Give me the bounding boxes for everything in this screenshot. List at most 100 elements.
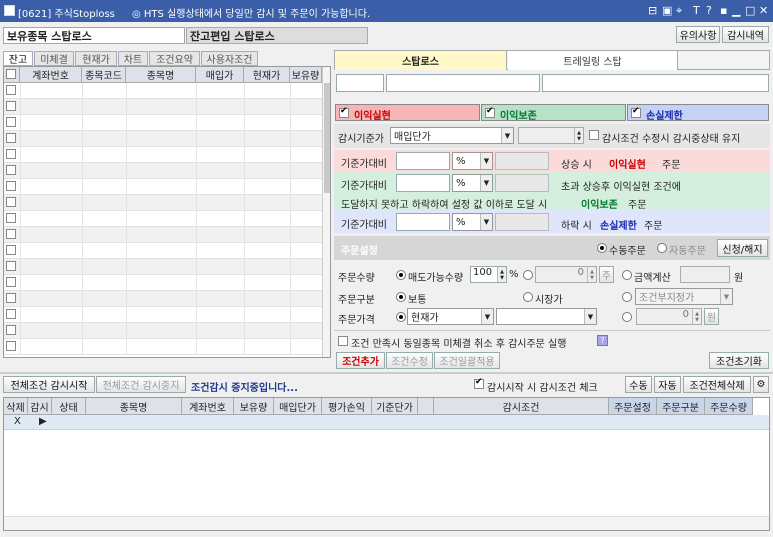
row-checkbox[interactable] xyxy=(6,181,16,191)
col-account[interactable]: 계좌번호 xyxy=(20,67,82,83)
add-condition-button[interactable]: 조건추가 xyxy=(336,352,385,369)
header-select-all[interactable] xyxy=(4,67,20,83)
manual-button[interactable]: 수동 xyxy=(625,376,652,393)
delete-all-button[interactable]: 조건전체삭제 xyxy=(683,376,751,393)
play-icon[interactable]: ▶ xyxy=(39,416,47,427)
spinner-icon[interactable]: ▲ ▼ xyxy=(497,267,506,282)
price-type-select[interactable]: 현재가 ▼ xyxy=(407,308,494,325)
table-row[interactable] xyxy=(4,307,322,323)
tab-unfilled[interactable]: 미체결 xyxy=(34,51,74,66)
horizontal-scrollbar[interactable] xyxy=(4,516,769,530)
amount-calc-radio[interactable] xyxy=(622,270,632,280)
col-code[interactable]: 종목코드 xyxy=(82,67,126,83)
breakeven-unit-select[interactable]: % ▼ xyxy=(452,174,493,192)
loss-unit-select[interactable]: % ▼ xyxy=(452,213,493,231)
start-all-button[interactable]: 전체조건 감시시작 xyxy=(3,376,95,393)
tab-stoploss[interactable]: 스탑로스 xyxy=(335,51,507,70)
table-row[interactable] xyxy=(4,179,322,195)
tab-user-condition[interactable]: 사용자조건 xyxy=(201,51,258,66)
check-on-start-checkbox[interactable] xyxy=(474,377,484,389)
col-order-setting[interactable]: 주문설정 xyxy=(609,398,657,415)
table-row[interactable] xyxy=(4,211,322,227)
auto-button[interactable]: 자동 xyxy=(654,376,681,393)
normal-order-radio[interactable] xyxy=(396,292,406,302)
spinner-icon[interactable]: ▲ ▼ xyxy=(587,267,596,282)
table-row[interactable] xyxy=(4,259,322,275)
conditional-order-radio[interactable] xyxy=(622,292,632,302)
tab-chart[interactable]: 차트 xyxy=(118,51,148,66)
profit-condition[interactable]: 이익실현 xyxy=(335,104,480,122)
price-unit-button[interactable]: 원 xyxy=(704,308,719,325)
table-row[interactable] xyxy=(4,275,322,291)
delete-row-button[interactable]: X xyxy=(14,416,21,427)
auto-order-radio[interactable] xyxy=(657,243,667,253)
font-size-icon[interactable]: T xyxy=(693,4,700,17)
qty-percent-input[interactable]: 100 ▲ ▼ xyxy=(470,266,507,283)
row-checkbox[interactable] xyxy=(6,213,16,223)
row-checkbox[interactable] xyxy=(6,309,16,319)
col-order-qty[interactable]: 주문수량 xyxy=(705,398,753,415)
col-monitor-condition[interactable]: 감시조건 xyxy=(434,398,609,415)
tab-condition-summary[interactable]: 조건요약 xyxy=(149,51,200,66)
col-account[interactable]: 계좌번호 xyxy=(182,398,234,415)
help-icon[interactable]: ? xyxy=(597,335,608,346)
col-blank[interactable] xyxy=(418,398,434,415)
col-buy-price[interactable]: 매입가 xyxy=(196,67,244,83)
row-checkbox[interactable] xyxy=(6,149,16,159)
table-row[interactable] xyxy=(4,291,322,307)
history-button[interactable]: 감시내역 xyxy=(722,26,769,43)
batch-apply-button[interactable]: 조건일괄적용 xyxy=(434,352,500,369)
col-name[interactable]: 종목명 xyxy=(126,67,196,83)
col-holding-qty[interactable]: 보유량 xyxy=(234,398,274,415)
table-row[interactable] xyxy=(4,83,322,99)
row-checkbox[interactable] xyxy=(6,245,16,255)
scrollbar-thumb[interactable] xyxy=(324,83,330,193)
spinner-icon[interactable]: ▲ ▼ xyxy=(574,128,583,143)
row-checkbox[interactable] xyxy=(6,117,16,127)
price-fixed-radio[interactable] xyxy=(622,312,632,322)
row-checkbox[interactable] xyxy=(6,325,16,335)
table-row[interactable] xyxy=(4,163,322,179)
amount-input[interactable] xyxy=(680,266,730,283)
loss-checkbox[interactable] xyxy=(631,106,641,118)
select-all-checkbox[interactable] xyxy=(6,69,16,79)
tab-trailing-stop[interactable]: 트레일링 스탑 xyxy=(508,51,678,70)
sellable-qty-radio[interactable] xyxy=(396,270,406,280)
col-status[interactable]: 상태 xyxy=(52,398,86,415)
col-current-price[interactable]: 현재가 xyxy=(244,67,290,83)
table-row[interactable] xyxy=(4,227,322,243)
row-checkbox[interactable] xyxy=(6,341,16,351)
breakeven-value-input[interactable] xyxy=(396,174,450,192)
tab-current-price[interactable]: 현재가 xyxy=(75,51,117,66)
col-delete[interactable]: 삭제 xyxy=(4,398,28,415)
table-row[interactable] xyxy=(4,323,322,339)
price-type-radio[interactable] xyxy=(396,312,406,322)
minimize-icon[interactable]: ▁ xyxy=(732,4,740,17)
maximize-icon[interactable]: □ xyxy=(745,4,755,17)
help-icon[interactable]: ? xyxy=(706,4,712,17)
breakeven-checkbox[interactable] xyxy=(485,106,495,118)
row-checkbox[interactable] xyxy=(6,261,16,271)
qty-fixed-input[interactable]: 0 ▲ ▼ xyxy=(535,266,597,283)
close-icon[interactable]: ✕ xyxy=(759,4,768,17)
table-row[interactable] xyxy=(4,115,322,131)
profit-value-input[interactable] xyxy=(396,152,450,170)
copy-icon[interactable]: ▣ xyxy=(662,4,672,17)
profit-checkbox[interactable] xyxy=(339,106,349,118)
gear-icon[interactable]: ⚙ xyxy=(753,376,769,393)
col-buy-price[interactable]: 매입단가 xyxy=(274,398,322,415)
cancel-unfilled-checkbox[interactable] xyxy=(338,336,348,346)
stop-all-button[interactable]: 전체조건 감시중지 xyxy=(96,376,186,393)
loss-condition[interactable]: 손실제한 xyxy=(627,104,769,122)
row-checkbox[interactable] xyxy=(6,165,16,175)
monitor-row[interactable]: X ▶ xyxy=(4,415,769,430)
qty-unit-button[interactable]: 주 xyxy=(599,266,614,283)
row-checkbox[interactable] xyxy=(6,133,16,143)
market-order-radio[interactable] xyxy=(523,292,533,302)
table-row[interactable] xyxy=(4,147,322,163)
apply-cancel-button[interactable]: 신청/해지 xyxy=(717,239,768,257)
conditional-order-select[interactable]: 조건부지정가 ▼ xyxy=(635,288,733,305)
holdings-scrollbar[interactable] xyxy=(322,67,330,357)
table-row[interactable] xyxy=(4,131,322,147)
row-checkbox[interactable] xyxy=(6,197,16,207)
